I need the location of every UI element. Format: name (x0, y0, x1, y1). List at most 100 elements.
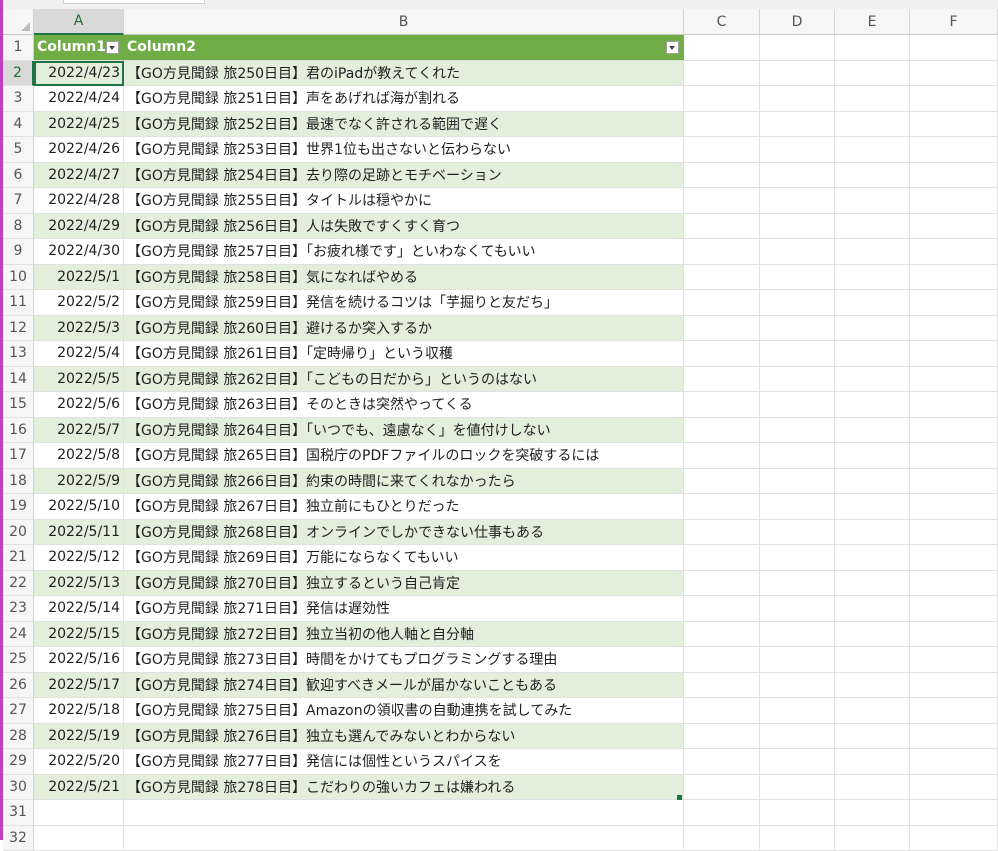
cell[interactable] (910, 367, 998, 393)
cell[interactable] (910, 698, 998, 724)
cell[interactable] (760, 86, 835, 112)
date-cell[interactable]: 2022/5/5 (34, 367, 124, 393)
cell[interactable] (835, 239, 910, 265)
cell[interactable] (835, 163, 910, 189)
title-cell[interactable]: 【GO方見聞録 旅276日目】独立も選んでみないとわからない (124, 724, 684, 750)
cell[interactable] (835, 341, 910, 367)
row-number[interactable]: 4 (3, 112, 34, 138)
cell[interactable] (910, 112, 998, 138)
cell[interactable] (684, 418, 760, 444)
row-number[interactable]: 28 (3, 724, 34, 750)
row-number[interactable]: 10 (3, 265, 34, 291)
cell[interactable] (684, 724, 760, 750)
cell[interactable] (684, 265, 760, 291)
date-cell[interactable]: 2022/5/17 (34, 673, 124, 699)
column-header-b[interactable]: B (124, 9, 684, 35)
cell[interactable] (760, 265, 835, 291)
date-cell[interactable]: 2022/4/30 (34, 239, 124, 265)
table-resize-handle[interactable] (677, 795, 682, 800)
cell[interactable] (760, 214, 835, 240)
cell[interactable] (835, 800, 910, 826)
cell[interactable] (684, 520, 760, 546)
date-cell[interactable]: 2022/5/2 (34, 290, 124, 316)
title-cell[interactable]: 【GO方見聞録 旅253日目】世界1位も出さないと伝わらない (124, 137, 684, 163)
cell[interactable] (684, 112, 760, 138)
cell[interactable] (684, 698, 760, 724)
row-number[interactable]: 32 (3, 826, 34, 851)
cell[interactable] (910, 290, 998, 316)
cell[interactable] (835, 647, 910, 673)
date-cell[interactable]: 2022/4/23 (34, 61, 124, 87)
cell[interactable] (910, 596, 998, 622)
cell[interactable] (910, 749, 998, 775)
row-number[interactable]: 25 (3, 647, 34, 673)
cell[interactable] (124, 800, 684, 826)
cell[interactable] (760, 188, 835, 214)
cell[interactable] (910, 214, 998, 240)
row-number[interactable]: 17 (3, 443, 34, 469)
cell[interactable] (910, 137, 998, 163)
cell[interactable] (910, 265, 998, 291)
cell[interactable] (910, 800, 998, 826)
title-cell[interactable]: 【GO方見聞録 旅272日目】独立当初の他人軸と自分軸 (124, 622, 684, 648)
cell[interactable] (910, 494, 998, 520)
cell[interactable] (910, 188, 998, 214)
date-cell[interactable]: 2022/5/20 (34, 749, 124, 775)
row-number[interactable]: 5 (3, 137, 34, 163)
cell[interactable] (835, 214, 910, 240)
table-header-column1[interactable]: Column1 (34, 35, 124, 61)
cell[interactable] (760, 367, 835, 393)
cell[interactable] (835, 316, 910, 342)
column-header-e[interactable]: E (835, 9, 910, 35)
date-cell[interactable]: 2022/5/18 (34, 698, 124, 724)
title-cell[interactable]: 【GO方見聞録 旅254日目】去り際の足跡とモチベーション (124, 163, 684, 189)
cell[interactable] (910, 673, 998, 699)
title-cell[interactable]: 【GO方見聞録 旅268日目】オンラインでしかできない仕事もある (124, 520, 684, 546)
cell[interactable] (835, 35, 910, 61)
cell[interactable] (910, 35, 998, 61)
cell[interactable] (910, 724, 998, 750)
row-number[interactable]: 11 (3, 290, 34, 316)
cell[interactable] (910, 239, 998, 265)
cell[interactable] (760, 545, 835, 571)
row-number[interactable]: 19 (3, 494, 34, 520)
cell[interactable] (910, 571, 998, 597)
cell[interactable] (910, 826, 998, 851)
cell[interactable] (760, 520, 835, 546)
title-cell[interactable]: 【GO方見聞録 旅271日目】発信は遅効性 (124, 596, 684, 622)
title-cell[interactable]: 【GO方見聞録 旅267日目】独立前にもひとりだった (124, 494, 684, 520)
title-cell[interactable]: 【GO方見聞録 旅269日目】万能にならなくてもいい (124, 545, 684, 571)
cell[interactable] (760, 749, 835, 775)
cell[interactable] (910, 775, 998, 801)
date-cell[interactable]: 2022/5/19 (34, 724, 124, 750)
cell[interactable] (835, 775, 910, 801)
title-cell[interactable]: 【GO方見聞録 旅258日目】気になればやめる (124, 265, 684, 291)
cell[interactable] (684, 35, 760, 61)
column-header-c[interactable]: C (684, 9, 760, 35)
cell[interactable] (835, 469, 910, 495)
date-cell[interactable]: 2022/4/24 (34, 86, 124, 112)
cell[interactable] (684, 571, 760, 597)
row-number[interactable]: 2 (3, 61, 34, 87)
cell[interactable] (835, 826, 910, 851)
date-cell[interactable]: 2022/5/7 (34, 418, 124, 444)
cell[interactable] (835, 571, 910, 597)
row-number[interactable]: 16 (3, 418, 34, 444)
cell[interactable] (684, 469, 760, 495)
row-number[interactable]: 20 (3, 520, 34, 546)
cell[interactable] (760, 800, 835, 826)
title-cell[interactable]: 【GO方見聞録 旅262日目】「こどもの日だから」というのはない (124, 367, 684, 393)
date-cell[interactable]: 2022/5/12 (34, 545, 124, 571)
cell[interactable] (835, 290, 910, 316)
cell[interactable] (760, 775, 835, 801)
cell[interactable] (835, 392, 910, 418)
cell[interactable] (835, 724, 910, 750)
cell[interactable] (835, 137, 910, 163)
cell[interactable] (910, 61, 998, 87)
cell[interactable] (760, 622, 835, 648)
cell[interactable] (910, 469, 998, 495)
cell[interactable] (910, 520, 998, 546)
row-number[interactable]: 9 (3, 239, 34, 265)
cell[interactable] (684, 86, 760, 112)
cell[interactable] (835, 86, 910, 112)
